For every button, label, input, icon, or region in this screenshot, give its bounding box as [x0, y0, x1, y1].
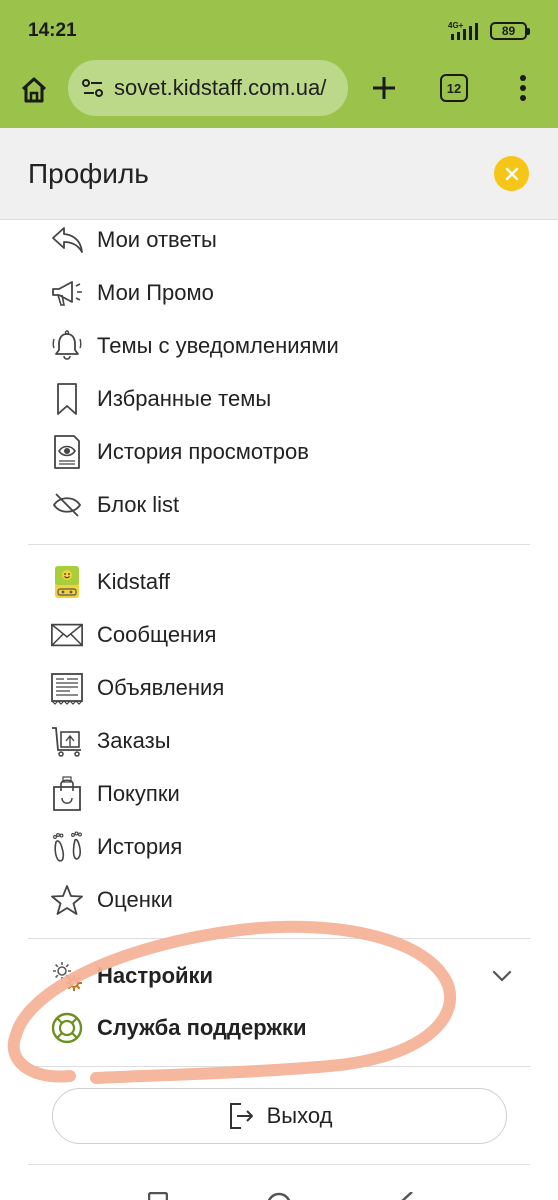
reply-icon	[50, 223, 84, 257]
menu-item-label: Покупки	[97, 781, 180, 806]
profile-header: Профиль	[0, 128, 558, 220]
menu-item-purchases[interactable]: Покупки	[40, 772, 520, 816]
chevron-down-icon[interactable]	[490, 964, 514, 988]
star-icon	[50, 883, 84, 917]
network-type: 4G+	[448, 21, 464, 30]
gears-icon	[50, 959, 84, 993]
menu-item-support[interactable]: Служба поддержки	[40, 1006, 520, 1050]
section-divider	[28, 1164, 530, 1165]
menu-item-label: Мои ответы	[97, 227, 217, 252]
menu-item-orders[interactable]: Заказы	[40, 719, 520, 763]
menu-item-label: Заказы	[97, 728, 171, 753]
signal-icon: 4G+	[448, 21, 478, 40]
menu-item-subscribed-topics[interactable]: Темы с уведомлениями	[40, 324, 520, 368]
hidden-icon	[50, 488, 84, 522]
logout-button[interactable]: Выход	[52, 1088, 507, 1144]
menu-item-my-answers[interactable]: Мои ответы	[40, 218, 520, 262]
close-icon	[505, 167, 518, 180]
site-settings-icon[interactable]	[80, 75, 106, 101]
section-divider	[28, 544, 530, 545]
menu-item-settings[interactable]: Настройки	[40, 954, 520, 998]
section-divider	[28, 1066, 530, 1067]
menu-item-ads[interactable]: Объявления	[40, 666, 520, 710]
menu-item-label: Блок list	[97, 492, 180, 517]
menu-item-label: Оценки	[97, 887, 173, 912]
menu-item-view-history[interactable]: История просмотров	[40, 430, 520, 474]
menu-item-label: Сообщения	[97, 622, 217, 647]
logout-icon	[229, 1103, 253, 1129]
menu-item-label: История	[97, 834, 183, 859]
tab-count: 12	[446, 80, 462, 96]
tab-switcher-button[interactable]: 12	[440, 74, 468, 102]
home-icon[interactable]	[14, 70, 54, 110]
url-text: sovet.kidstaff.com.ua/	[114, 75, 327, 100]
lifebuoy-icon	[50, 1011, 84, 1045]
ads-icon	[50, 671, 84, 705]
envelope-icon	[50, 618, 84, 652]
megaphone-icon	[50, 276, 84, 310]
new-tab-icon[interactable]	[364, 68, 404, 108]
browser-toolbar: sovet.kidstaff.com.ua/ 12	[0, 58, 558, 128]
menu-item-ratings[interactable]: Оценки	[40, 878, 520, 922]
page-title: Профиль	[28, 158, 149, 189]
battery-level: 89	[501, 24, 516, 38]
close-button[interactable]	[494, 156, 529, 191]
menu-item-favorite-topics[interactable]: Избранные темы	[40, 377, 520, 421]
menu-item-label: Мои Промо	[97, 280, 214, 305]
system-nav-bar	[0, 1166, 558, 1200]
bell-icon	[50, 329, 84, 363]
status-bar: 14:21 4G+ 89	[0, 0, 558, 58]
menu-item-label: Настройки	[97, 963, 214, 988]
menu-item-history[interactable]: История	[40, 825, 520, 869]
menu-item-messages[interactable]: Сообщения	[40, 613, 520, 657]
back-icon[interactable]	[398, 1192, 414, 1200]
menu-item-my-promo[interactable]: Мои Промо	[40, 271, 520, 315]
orders-icon	[50, 724, 84, 758]
menu-item-label: Темы с уведомлениями	[97, 333, 339, 358]
menu-item-kidstaff[interactable]: Kidstaff	[40, 560, 520, 604]
section-divider	[28, 938, 530, 939]
view-history-icon	[50, 435, 84, 469]
menu-item-label: Служба поддержки	[97, 1015, 307, 1040]
recents-icon[interactable]	[148, 1192, 168, 1200]
bookmark-icon	[50, 382, 84, 416]
menu-item-label: История просмотров	[97, 439, 309, 464]
menu-item-label: Объявления	[97, 675, 225, 700]
footprints-icon	[50, 830, 84, 864]
status-time: 14:21	[28, 20, 77, 41]
menu-item-label: Kidstaff	[97, 569, 170, 594]
logout-label: Выход	[266, 1103, 333, 1128]
address-bar[interactable]: sovet.kidstaff.com.ua/	[68, 60, 348, 116]
menu-item-label: Избранные темы	[97, 386, 272, 411]
home-nav-icon[interactable]	[266, 1192, 292, 1200]
battery-icon: 89	[490, 22, 530, 40]
menu-item-block-list[interactable]: Блок list	[40, 483, 520, 527]
more-menu-icon[interactable]	[508, 70, 538, 106]
shopping-bag-icon	[50, 776, 84, 811]
kidstaff-logo-icon	[50, 565, 84, 599]
